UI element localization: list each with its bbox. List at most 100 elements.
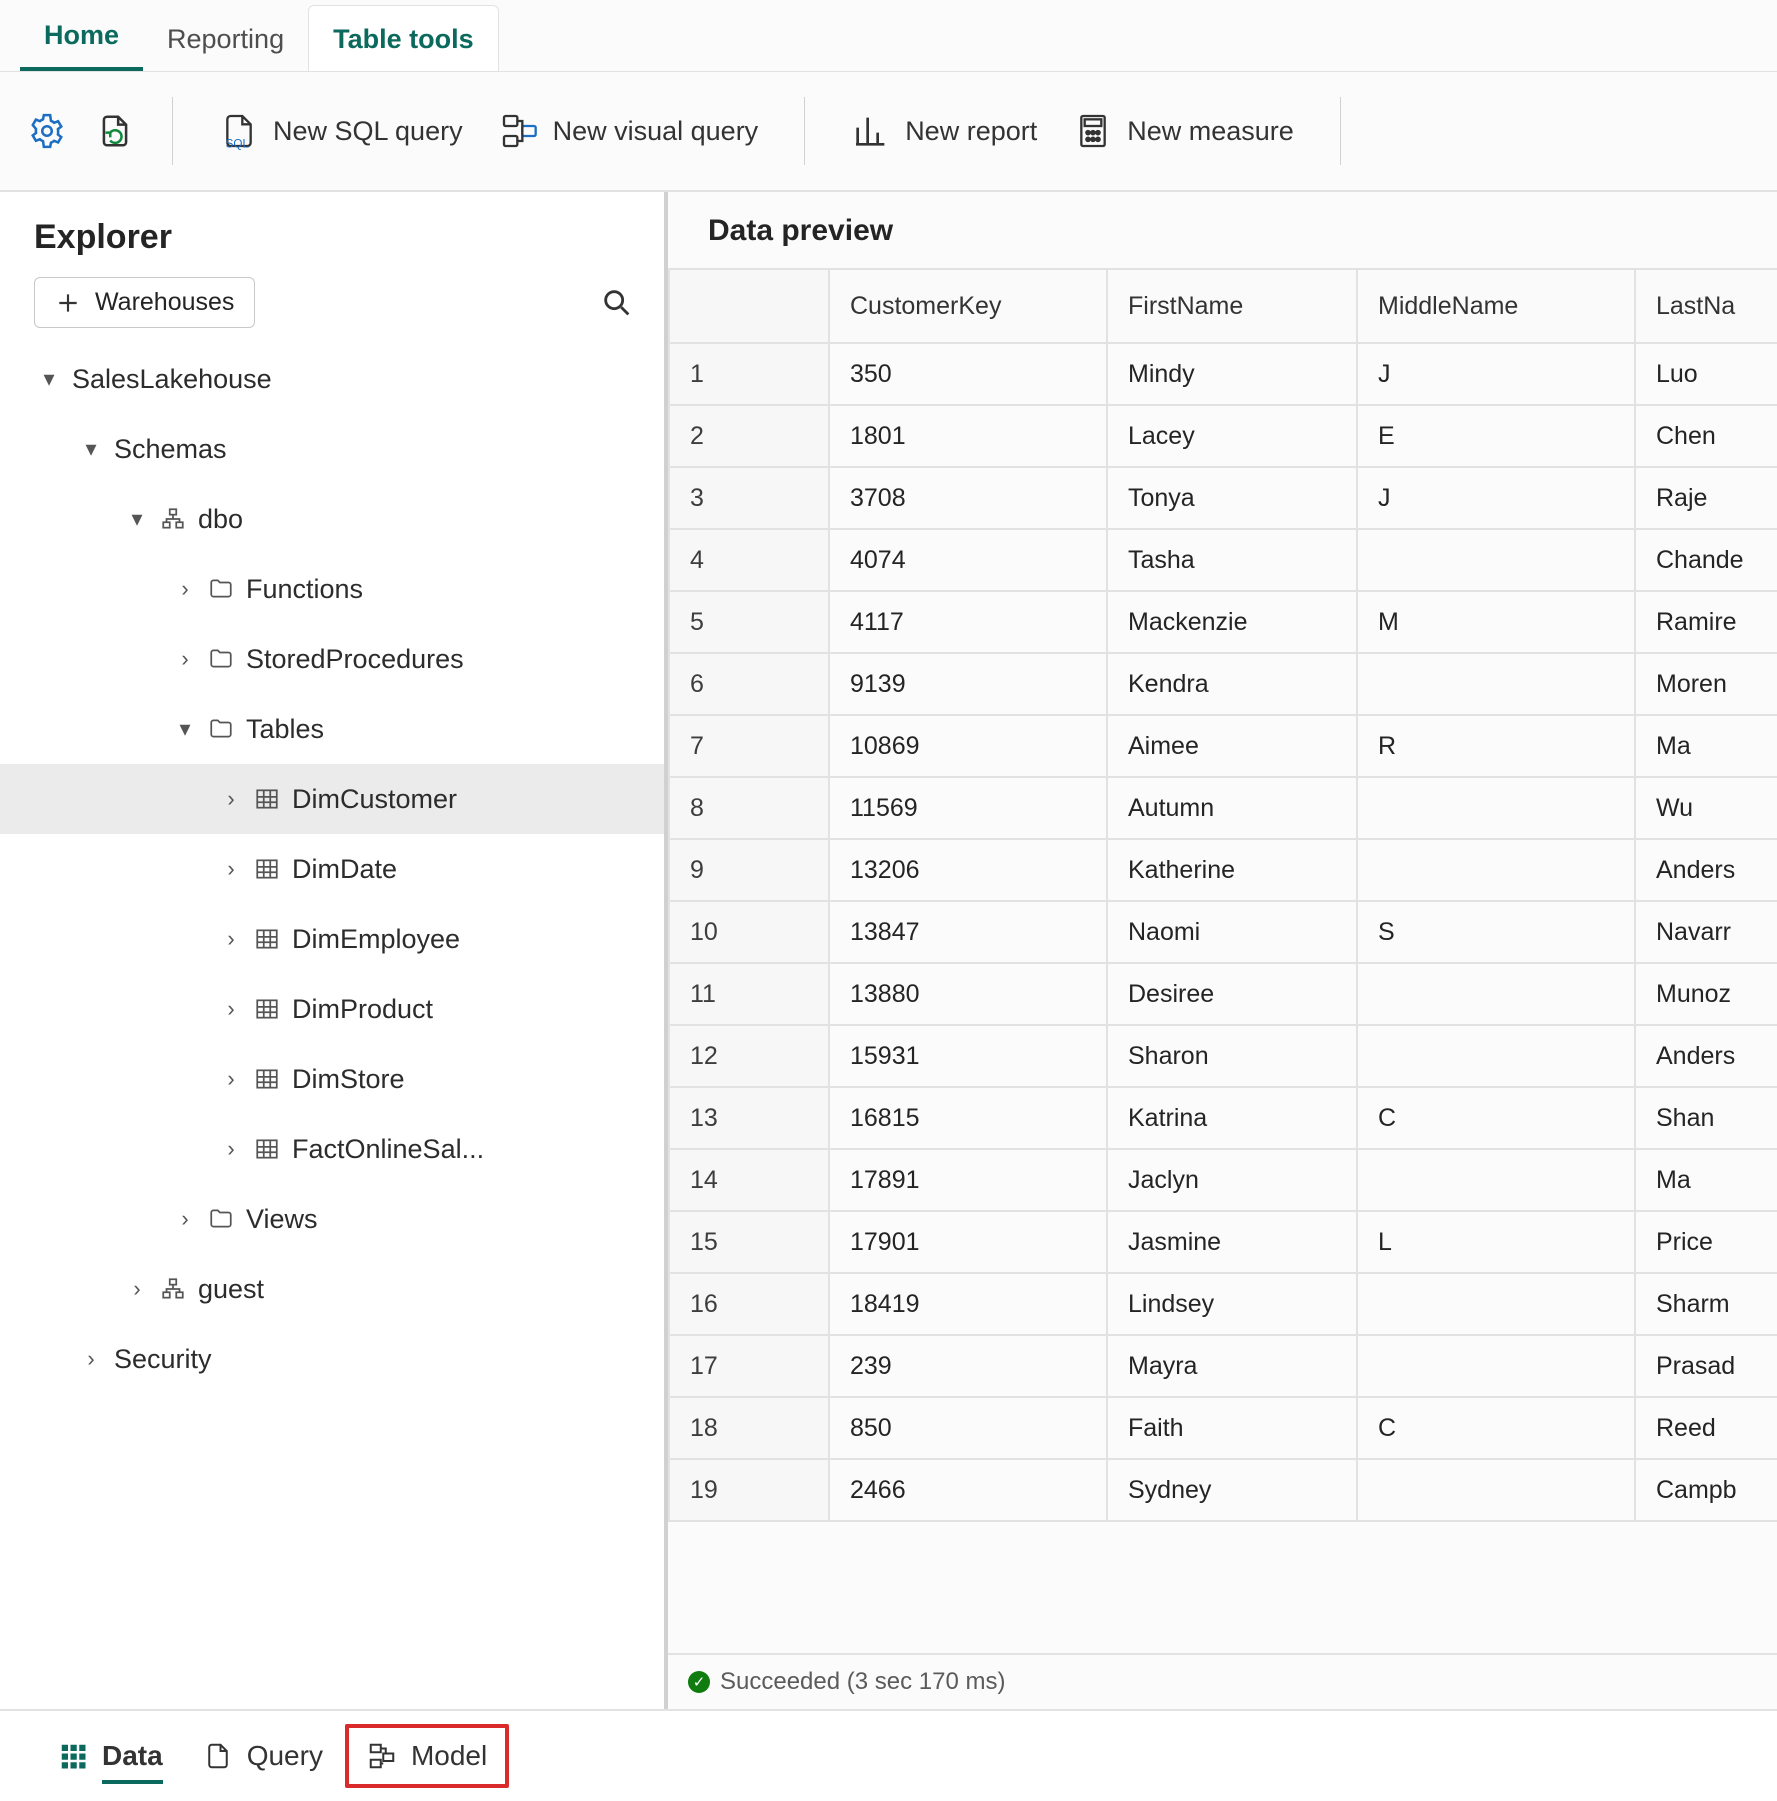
cell[interactable]: [1358, 654, 1636, 716]
row-number[interactable]: 19: [670, 1460, 830, 1522]
new-sql-query-button[interactable]: SQL New SQL query: [211, 105, 471, 157]
cell[interactable]: Raje: [1636, 468, 1777, 530]
column-header[interactable]: [670, 270, 830, 344]
cell[interactable]: Naomi: [1108, 902, 1358, 964]
tree-item-views[interactable]: › Views: [0, 1184, 664, 1254]
footer-tab-query[interactable]: Query: [185, 1728, 341, 1784]
row-number[interactable]: 4: [670, 530, 830, 592]
cell[interactable]: 18419: [830, 1274, 1108, 1336]
row-number[interactable]: 11: [670, 964, 830, 1026]
cell[interactable]: Sharm: [1636, 1274, 1777, 1336]
cell[interactable]: Kendra: [1108, 654, 1358, 716]
cell[interactable]: R: [1358, 716, 1636, 778]
tree-item-saleslakehouse[interactable]: ▾ SalesLakehouse: [0, 344, 664, 414]
cell[interactable]: [1358, 1026, 1636, 1088]
cell[interactable]: [1358, 1274, 1636, 1336]
cell[interactable]: [1358, 778, 1636, 840]
cell[interactable]: 10869: [830, 716, 1108, 778]
tab-home[interactable]: Home: [20, 2, 143, 71]
gear-icon[interactable]: [28, 112, 66, 150]
cell[interactable]: [1358, 1150, 1636, 1212]
tab-reporting[interactable]: Reporting: [143, 6, 308, 71]
cell[interactable]: [1358, 840, 1636, 902]
cell[interactable]: Sharon: [1108, 1026, 1358, 1088]
cell[interactable]: Campb: [1636, 1460, 1777, 1522]
tree-item-tables[interactable]: ▾ Tables: [0, 694, 664, 764]
cell[interactable]: Munoz: [1636, 964, 1777, 1026]
row-number[interactable]: 5: [670, 592, 830, 654]
tree-item-factonlinesales[interactable]: › FactOnlineSal...: [0, 1114, 664, 1184]
cell[interactable]: 850: [830, 1398, 1108, 1460]
cell[interactable]: C: [1358, 1398, 1636, 1460]
new-measure-button[interactable]: New measure: [1065, 105, 1302, 157]
cell[interactable]: Navarr: [1636, 902, 1777, 964]
cell[interactable]: [1358, 1336, 1636, 1398]
row-number[interactable]: 1: [670, 344, 830, 406]
cell[interactable]: J: [1358, 468, 1636, 530]
row-number[interactable]: 12: [670, 1026, 830, 1088]
cell[interactable]: Ma: [1636, 1150, 1777, 1212]
cell[interactable]: M: [1358, 592, 1636, 654]
cell[interactable]: 16815: [830, 1088, 1108, 1150]
search-icon[interactable]: [600, 286, 634, 320]
cell[interactable]: Lindsey: [1108, 1274, 1358, 1336]
tree-item-security[interactable]: › Security: [0, 1324, 664, 1394]
cell[interactable]: Autumn: [1108, 778, 1358, 840]
column-header[interactable]: MiddleName: [1358, 270, 1636, 344]
cell[interactable]: 9139: [830, 654, 1108, 716]
column-header[interactable]: FirstName: [1108, 270, 1358, 344]
cell[interactable]: Price: [1636, 1212, 1777, 1274]
cell[interactable]: 17891: [830, 1150, 1108, 1212]
new-report-button[interactable]: New report: [843, 105, 1045, 157]
tree-item-storedprocedures[interactable]: › StoredProcedures: [0, 624, 664, 694]
tree-item-dimcustomer[interactable]: › DimCustomer: [0, 764, 664, 834]
cell[interactable]: 11569: [830, 778, 1108, 840]
cell[interactable]: L: [1358, 1212, 1636, 1274]
cell[interactable]: Luo: [1636, 344, 1777, 406]
row-number[interactable]: 9: [670, 840, 830, 902]
tree-item-dimemployee[interactable]: › DimEmployee: [0, 904, 664, 974]
row-number[interactable]: 7: [670, 716, 830, 778]
cell[interactable]: Tasha: [1108, 530, 1358, 592]
refresh-icon[interactable]: [96, 112, 134, 150]
cell[interactable]: 4117: [830, 592, 1108, 654]
cell[interactable]: Anders: [1636, 1026, 1777, 1088]
cell[interactable]: Katrina: [1108, 1088, 1358, 1150]
cell[interactable]: 3708: [830, 468, 1108, 530]
cell[interactable]: 239: [830, 1336, 1108, 1398]
tree-item-dimstore[interactable]: › DimStore: [0, 1044, 664, 1114]
cell[interactable]: Katherine: [1108, 840, 1358, 902]
row-number[interactable]: 17: [670, 1336, 830, 1398]
tree-item-dimdate[interactable]: › DimDate: [0, 834, 664, 904]
cell[interactable]: Mindy: [1108, 344, 1358, 406]
row-number[interactable]: 18: [670, 1398, 830, 1460]
tab-table-tools[interactable]: Table tools: [308, 5, 499, 71]
row-number[interactable]: 2: [670, 406, 830, 468]
row-number[interactable]: 8: [670, 778, 830, 840]
cell[interactable]: Moren: [1636, 654, 1777, 716]
cell[interactable]: Sydney: [1108, 1460, 1358, 1522]
add-warehouses-button[interactable]: Warehouses: [34, 277, 255, 328]
cell[interactable]: E: [1358, 406, 1636, 468]
footer-tab-model[interactable]: Model: [345, 1724, 509, 1788]
cell[interactable]: 13847: [830, 902, 1108, 964]
cell[interactable]: 1801: [830, 406, 1108, 468]
cell[interactable]: Chen: [1636, 406, 1777, 468]
row-number[interactable]: 10: [670, 902, 830, 964]
cell[interactable]: Lacey: [1108, 406, 1358, 468]
cell[interactable]: 15931: [830, 1026, 1108, 1088]
cell[interactable]: 2466: [830, 1460, 1108, 1522]
cell[interactable]: Wu: [1636, 778, 1777, 840]
cell[interactable]: Ma: [1636, 716, 1777, 778]
column-header[interactable]: LastNa: [1636, 270, 1777, 344]
cell[interactable]: Chande: [1636, 530, 1777, 592]
cell[interactable]: 4074: [830, 530, 1108, 592]
tree-item-dbo[interactable]: ▾ dbo: [0, 484, 664, 554]
row-number[interactable]: 15: [670, 1212, 830, 1274]
cell[interactable]: 13206: [830, 840, 1108, 902]
footer-tab-data[interactable]: Data: [40, 1728, 181, 1784]
cell[interactable]: Aimee: [1108, 716, 1358, 778]
cell[interactable]: [1358, 530, 1636, 592]
data-grid[interactable]: CustomerKeyFirstNameMiddleNameLastNa1350…: [668, 270, 1777, 1522]
cell[interactable]: Jaclyn: [1108, 1150, 1358, 1212]
